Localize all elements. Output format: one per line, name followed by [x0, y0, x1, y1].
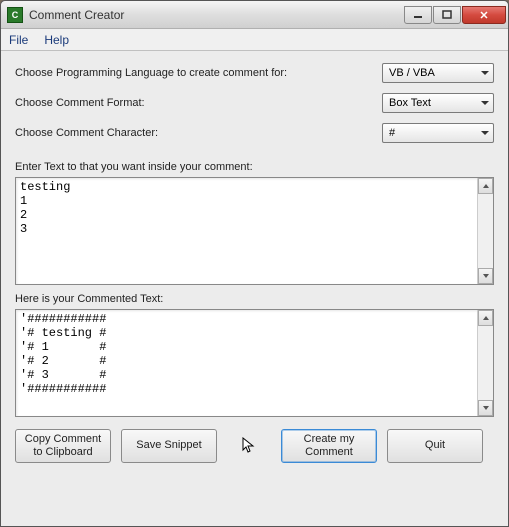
format-dropdown[interactable]: Box Text [382, 93, 494, 113]
scroll-down-button[interactable] [478, 400, 493, 416]
scrollbar[interactable] [477, 310, 493, 416]
menubar: File Help [1, 29, 508, 51]
app-icon: C [7, 7, 23, 23]
input-label: Enter Text to that you want inside your … [15, 161, 494, 173]
menu-file[interactable]: File [9, 33, 28, 47]
cursor-area [227, 437, 271, 455]
save-snippet-button[interactable]: Save Snippet [121, 429, 217, 463]
window-title: Comment Creator [29, 8, 404, 22]
app-window: C Comment Creator File Help Choose Progr… [0, 0, 509, 527]
row-language: Choose Programming Language to create co… [15, 63, 494, 83]
language-value: VB / VBA [389, 67, 435, 79]
maximize-button[interactable] [433, 6, 461, 24]
chevron-down-icon [483, 406, 489, 410]
language-label: Choose Programming Language to create co… [15, 67, 287, 79]
output-label: Here is your Commented Text: [15, 293, 494, 305]
quit-button[interactable]: Quit [387, 429, 483, 463]
button-row: Copy Comment to Clipboard Save Snippet C… [15, 429, 494, 463]
chevron-down-icon [481, 131, 489, 135]
content-area: Choose Programming Language to create co… [1, 51, 508, 526]
format-label: Choose Comment Format: [15, 97, 145, 109]
row-format: Choose Comment Format: Box Text [15, 93, 494, 113]
menu-help[interactable]: Help [44, 33, 69, 47]
scrollbar[interactable] [477, 178, 493, 284]
character-label: Choose Comment Character: [15, 127, 158, 139]
chevron-down-icon [483, 274, 489, 278]
minimize-button[interactable] [404, 6, 432, 24]
input-textarea-wrap [15, 177, 494, 285]
chevron-down-icon [481, 71, 489, 75]
titlebar[interactable]: C Comment Creator [1, 1, 508, 29]
cursor-icon [242, 437, 256, 455]
scroll-up-button[interactable] [478, 310, 493, 326]
input-textarea[interactable] [16, 178, 477, 284]
chevron-up-icon [483, 316, 489, 320]
character-value: # [389, 127, 395, 139]
chevron-down-icon [481, 101, 489, 105]
window-controls [404, 6, 506, 24]
copy-comment-button[interactable]: Copy Comment to Clipboard [15, 429, 111, 463]
create-comment-button[interactable]: Create my Comment [281, 429, 377, 463]
close-button[interactable] [462, 6, 506, 24]
language-dropdown[interactable]: VB / VBA [382, 63, 494, 83]
scroll-down-button[interactable] [478, 268, 493, 284]
row-character: Choose Comment Character: # [15, 123, 494, 143]
scroll-up-button[interactable] [478, 178, 493, 194]
output-textarea[interactable] [16, 310, 477, 416]
chevron-up-icon [483, 184, 489, 188]
output-textarea-wrap [15, 309, 494, 417]
format-value: Box Text [389, 97, 431, 109]
character-dropdown[interactable]: # [382, 123, 494, 143]
